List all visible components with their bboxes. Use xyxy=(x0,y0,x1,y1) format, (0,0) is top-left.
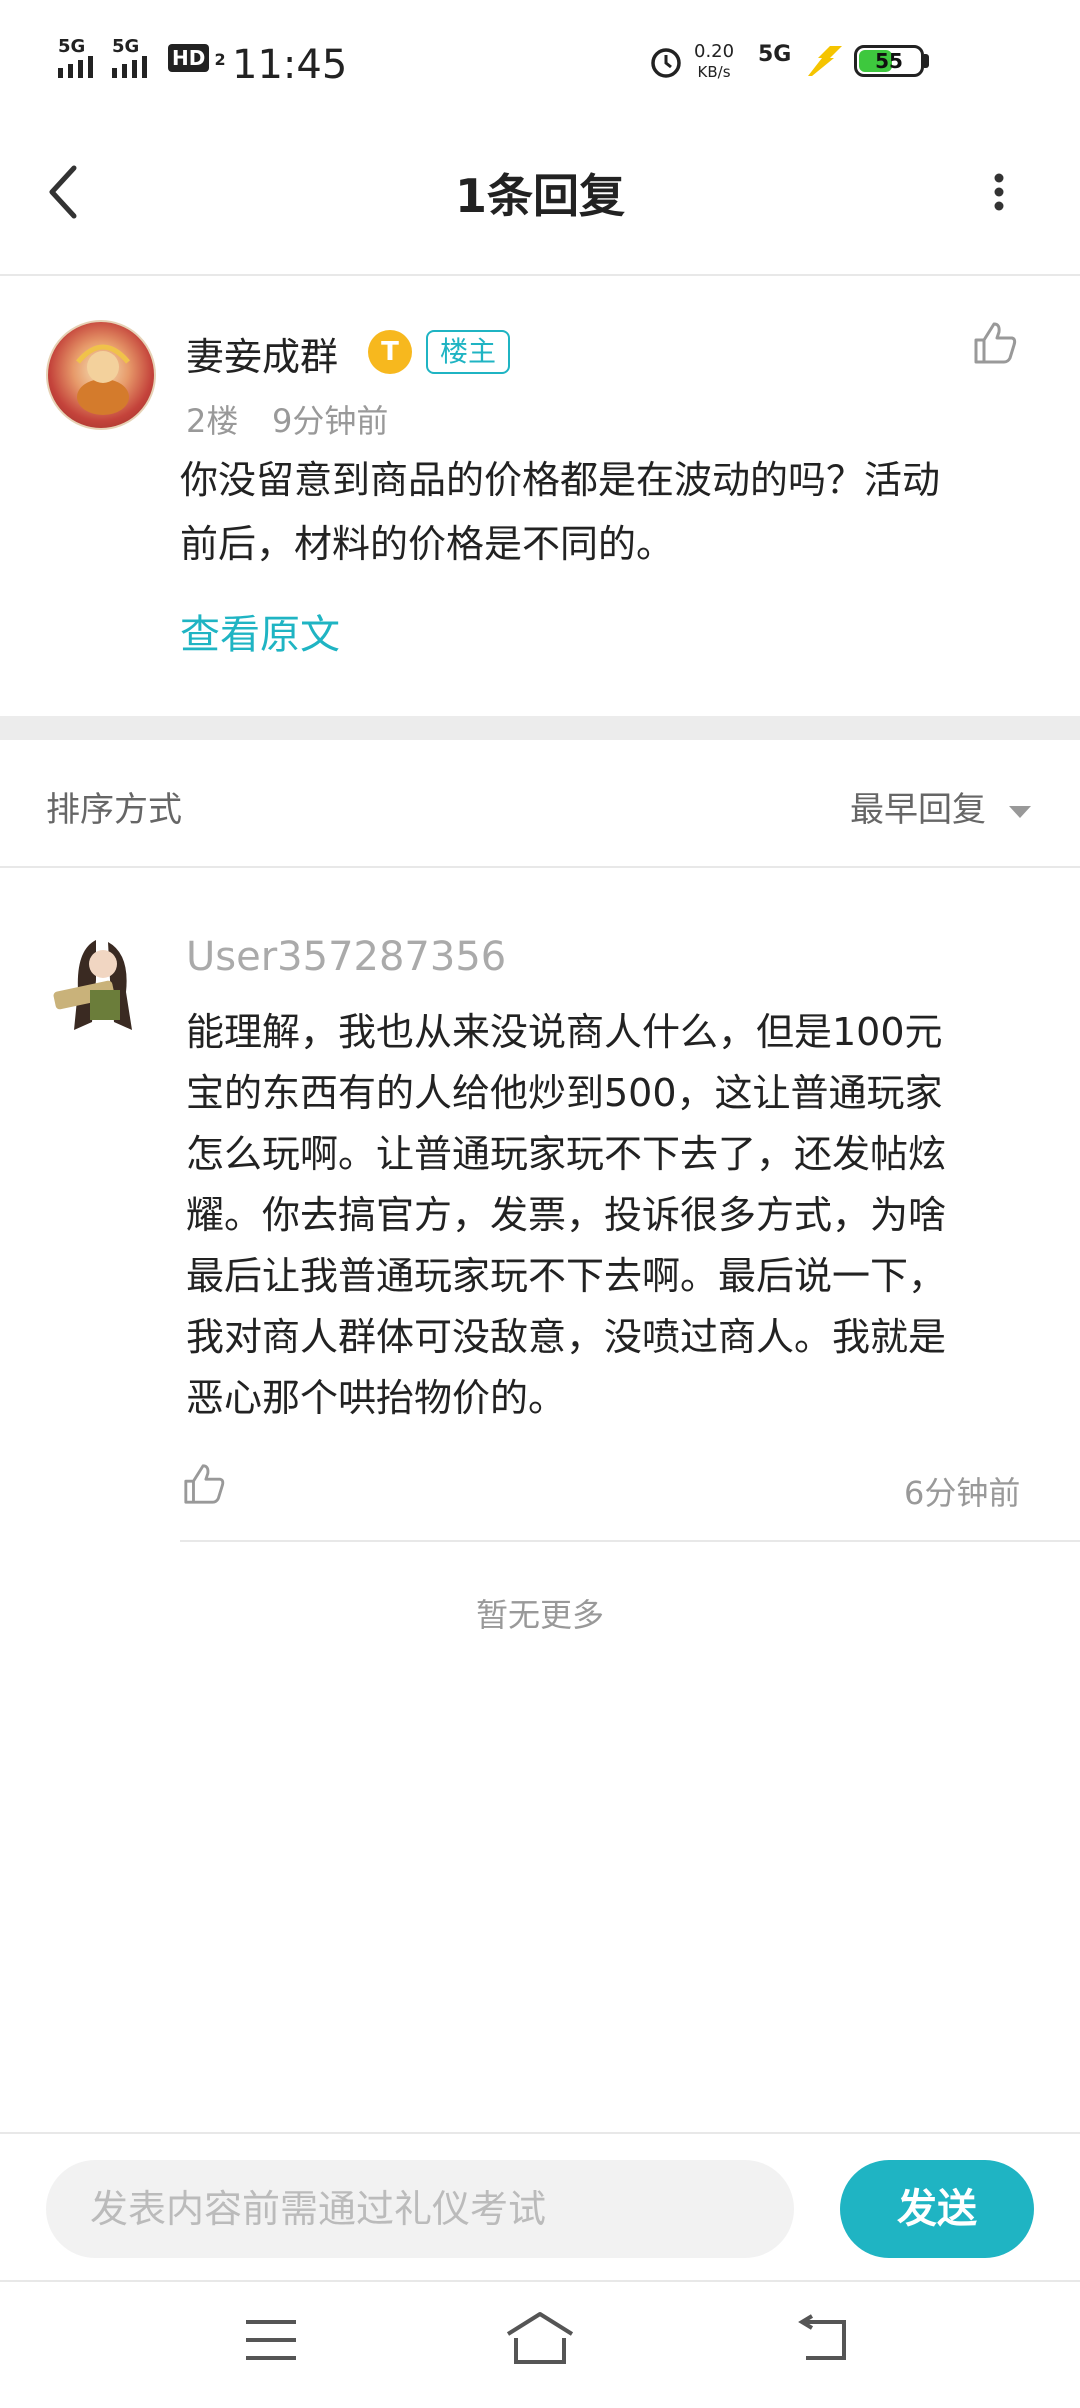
post-time: 9分钟前 xyxy=(272,402,389,440)
page-title: 1条回复 xyxy=(454,169,625,223)
level-badge: T xyxy=(368,330,412,374)
caret-down-icon xyxy=(1008,805,1031,818)
post-body: 你没留意到商品的价格都是在波动的吗？活动 前后，材料的价格是不同的。 xyxy=(180,458,941,566)
status-time: 11:45 xyxy=(232,42,348,88)
net-type: 5G xyxy=(758,42,792,67)
section-gap xyxy=(0,716,1080,740)
signal-bars-icon xyxy=(58,56,93,78)
like-icon[interactable] xyxy=(182,1462,226,1506)
view-original-link[interactable]: 查看原文 xyxy=(180,602,340,660)
post-author-name[interactable]: 妻妾成群 xyxy=(186,326,338,381)
system-nav-bar xyxy=(0,2282,1080,2408)
like-icon[interactable] xyxy=(972,320,1018,366)
sort-label: 排序方式 xyxy=(46,790,182,830)
signal-5g-1: 5G xyxy=(58,36,93,78)
hd-indicator: HD 2 xyxy=(168,44,226,72)
more-icon[interactable] xyxy=(984,168,1014,218)
avatar-art-icon xyxy=(53,940,132,1030)
send-button[interactable]: 发送 xyxy=(840,2160,1034,2258)
reply-body: 能理解，我也从来没说商人什么，但是100元 宝的东西有的人给他炒到500，这让普… xyxy=(186,1010,947,1420)
battery-cap xyxy=(924,54,929,68)
no-more-text: 暂无更多 xyxy=(475,1596,604,1634)
composer-divider xyxy=(0,2132,1080,2134)
signal-bars-icon xyxy=(112,56,147,78)
signal-5g-2: 5G xyxy=(112,36,147,78)
menu-icon[interactable] xyxy=(244,2318,298,2362)
alarm-icon xyxy=(651,48,681,78)
charging-icon xyxy=(808,46,842,76)
avatar-art-icon xyxy=(76,344,130,415)
reply-author-name[interactable]: User357287356 xyxy=(186,934,506,980)
author-avatar[interactable] xyxy=(46,320,156,430)
sort-divider xyxy=(0,866,1080,868)
status-bar: 5G 5G HD 2 11:45 0.20 KB/s 5G 55 xyxy=(0,0,1080,130)
return-icon[interactable] xyxy=(796,2314,850,2364)
net-speed: 0.20 KB/s xyxy=(694,41,735,82)
sort-dropdown[interactable]: 最早回复 xyxy=(850,782,1033,831)
comment-input[interactable]: 发表内容前需通过礼仪考试 xyxy=(46,2160,794,2258)
reply-divider xyxy=(180,1540,1080,1542)
owner-tag: 楼主 xyxy=(426,330,511,374)
battery-indicator: 55 xyxy=(854,45,924,77)
home-icon[interactable] xyxy=(504,2310,576,2366)
reply-avatar[interactable] xyxy=(46,930,156,1040)
reply-time: 6分钟前 xyxy=(904,1474,1021,1512)
post-floor: 2楼 xyxy=(186,402,239,440)
header-divider xyxy=(0,274,1080,276)
